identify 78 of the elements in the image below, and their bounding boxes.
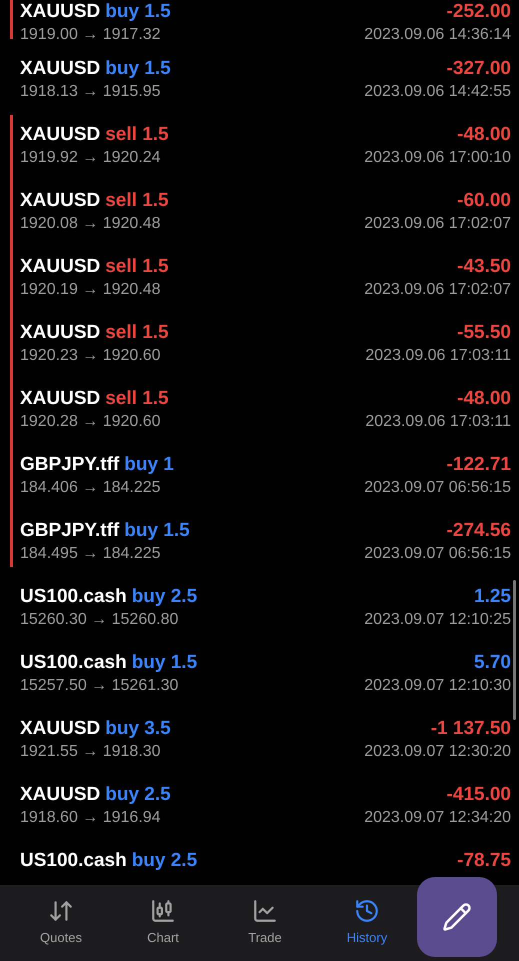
deal-time: 2023.09.06 17:00:10 bbox=[364, 148, 511, 168]
price-range: 1920.08 → 1920.48 bbox=[20, 214, 161, 234]
order-type: buy 2.5 bbox=[105, 783, 171, 807]
order-type: buy 3.5 bbox=[105, 717, 171, 741]
order-type: buy 1.5 bbox=[124, 519, 190, 543]
price-range: 1918.13 → 1915.95 bbox=[20, 82, 161, 102]
line-chart-icon bbox=[252, 898, 278, 924]
profit: -252.00 bbox=[446, 0, 511, 24]
deal-time: 2023.09.07 06:56:15 bbox=[364, 478, 511, 498]
price-range: 1920.28 → 1920.60 bbox=[20, 412, 161, 432]
order-type: sell 1.5 bbox=[105, 321, 169, 345]
price-range: 15260.30 → 15260.80 bbox=[20, 610, 178, 630]
symbol: XAUUSD bbox=[20, 255, 100, 279]
price-range: 184.406 → 184.225 bbox=[20, 478, 161, 498]
deal-time: 2023.09.06 17:02:07 bbox=[364, 214, 511, 234]
deal-time: 2023.09.07 06:56:15 bbox=[364, 544, 511, 564]
history-icon bbox=[354, 898, 380, 924]
price-range: 1918.60 → 1916.94 bbox=[20, 808, 161, 828]
order-type: sell 1.5 bbox=[105, 255, 169, 279]
price-range: 184.495 → 184.225 bbox=[20, 544, 161, 564]
symbol: XAUUSD bbox=[20, 717, 100, 741]
price-range: 1920.23 → 1920.60 bbox=[20, 346, 161, 366]
profit: 1.25 bbox=[474, 585, 511, 609]
symbol: XAUUSD bbox=[20, 783, 100, 807]
symbol: US100.cash bbox=[20, 651, 127, 675]
profit: -415.00 bbox=[446, 783, 511, 807]
order-type: buy 1 bbox=[124, 453, 174, 477]
profit: -43.50 bbox=[457, 255, 511, 279]
order-type: sell 1.5 bbox=[105, 123, 169, 147]
profit: 5.70 bbox=[474, 651, 511, 675]
order-type: buy 1.5 bbox=[132, 651, 198, 675]
deal-time: 2023.09.06 17:02:07 bbox=[364, 280, 511, 300]
deal-time: 2023.09.06 17:03:11 bbox=[365, 412, 511, 432]
profit: -55.50 bbox=[457, 321, 511, 345]
pencil-icon bbox=[442, 902, 472, 932]
price-range: 1920.19 → 1920.48 bbox=[20, 280, 161, 300]
order-type: buy 1.5 bbox=[105, 0, 171, 24]
profit: -122.71 bbox=[446, 453, 511, 477]
deal-time: 2023.09.07 12:10:25 bbox=[364, 610, 511, 630]
edit-button[interactable] bbox=[417, 877, 497, 957]
order-type: buy 1.5 bbox=[105, 57, 171, 81]
symbol: XAUUSD bbox=[20, 387, 100, 411]
price-range: 1919.92 → 1920.24 bbox=[20, 148, 161, 168]
price-range: 1921.55 → 1918.30 bbox=[20, 742, 161, 762]
nav-tab[interactable]: Trade bbox=[214, 898, 316, 948]
profit: -78.75 bbox=[457, 849, 511, 873]
order-type: buy 2.5 bbox=[132, 585, 198, 609]
price-range: 15257.50 → 15261.30 bbox=[20, 676, 178, 696]
deal-time: 2023.09.06 14:42:55 bbox=[364, 82, 511, 102]
symbol: GBPJPY.tff bbox=[20, 519, 120, 543]
deal-time: 2023.09.07 12:10:30 bbox=[364, 676, 511, 696]
symbol: US100.cash bbox=[20, 849, 127, 873]
order-type: sell 1.5 bbox=[105, 189, 169, 213]
nav-tab[interactable]: History bbox=[316, 898, 418, 948]
deal-time: 2023.09.07 12:34:20 bbox=[364, 808, 511, 828]
deal-time: 2023.09.06 14:36:14 bbox=[364, 25, 511, 45]
order-type: sell 1.5 bbox=[105, 387, 169, 411]
nav-tab[interactable]: Chart bbox=[112, 898, 214, 948]
price-range: 1919.00 → 1917.32 bbox=[20, 25, 161, 45]
symbol: GBPJPY.tff bbox=[20, 453, 120, 477]
deal-time: 2023.09.06 17:03:11 bbox=[365, 346, 511, 366]
candlestick-icon bbox=[150, 898, 176, 924]
order-type: buy 2.5 bbox=[132, 849, 198, 873]
symbol: XAUUSD bbox=[20, 123, 100, 147]
profit: -60.00 bbox=[457, 189, 511, 213]
profit: -48.00 bbox=[457, 387, 511, 411]
scrollbar[interactable] bbox=[513, 580, 516, 720]
symbol: XAUUSD bbox=[20, 189, 100, 213]
profit: -1 137.50 bbox=[430, 717, 511, 741]
symbol: XAUUSD bbox=[20, 321, 100, 345]
symbol: XAUUSD bbox=[20, 0, 100, 24]
profit: -327.00 bbox=[446, 57, 511, 81]
profit: -48.00 bbox=[457, 123, 511, 147]
profit: -274.56 bbox=[446, 519, 511, 543]
symbol: US100.cash bbox=[20, 585, 127, 609]
symbol: XAUUSD bbox=[20, 57, 100, 81]
deal-time: 2023.09.07 12:30:20 bbox=[364, 742, 511, 762]
nav-tab[interactable]: Quotes bbox=[10, 898, 112, 948]
